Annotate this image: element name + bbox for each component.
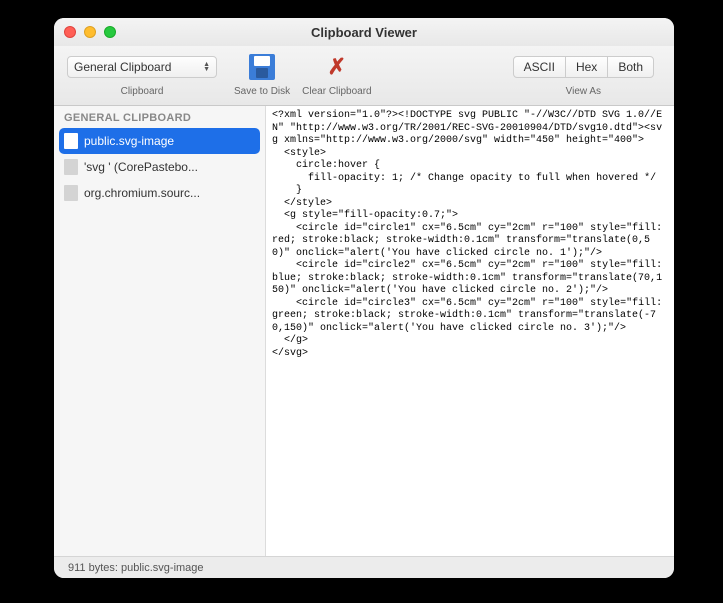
sidebar-item-org-chromium-source[interactable]: org.chromium.sourc... (54, 180, 265, 206)
clipboard-selector-dropdown[interactable]: General Clipboard ▲▼ (67, 56, 217, 78)
file-icon (64, 159, 78, 175)
sidebar-item-label: public.svg-image (84, 134, 174, 148)
app-window: Clipboard Viewer General Clipboard ▲▼ Cl… (54, 18, 674, 578)
sidebar-item-label: 'svg ' (CorePastebo... (84, 160, 198, 174)
close-window-button[interactable] (64, 26, 76, 38)
clipboard-selector-label: Clipboard (121, 86, 164, 97)
clear-clipboard-group: ✗ Clear Clipboard (302, 50, 371, 97)
zoom-window-button[interactable] (104, 26, 116, 38)
file-icon (64, 185, 78, 201)
titlebar: Clipboard Viewer (54, 18, 674, 46)
save-to-disk-group: Save to Disk (234, 50, 290, 97)
file-icon (64, 133, 78, 149)
sidebar-item-public-svg-image[interactable]: public.svg-image (59, 128, 260, 154)
minimize-window-button[interactable] (84, 26, 96, 38)
clear-clipboard-label: Clear Clipboard (302, 86, 371, 97)
save-to-disk-label: Save to Disk (234, 86, 290, 97)
statusbar: 911 bytes: public.svg-image (54, 556, 674, 578)
view-mode-hex[interactable]: Hex (566, 57, 608, 77)
view-mode-both[interactable]: Both (608, 57, 653, 77)
sidebar-item-svg-corepasteboard[interactable]: 'svg ' (CorePastebo... (54, 154, 265, 180)
view-as-label: View As (566, 86, 601, 97)
view-mode-ascii[interactable]: ASCII (514, 57, 566, 77)
sidebar-item-label: org.chromium.sourc... (84, 186, 200, 200)
floppy-disk-icon[interactable] (249, 54, 275, 80)
status-text: 911 bytes: public.svg-image (68, 562, 204, 574)
sidebar: GENERAL CLIPBOARD public.svg-image 'svg … (54, 106, 266, 556)
toolbar: General Clipboard ▲▼ Clipboard Save to D… (54, 46, 674, 106)
view-as-group: ASCII Hex Both View As (513, 50, 654, 97)
clipboard-selector-group: General Clipboard ▲▼ Clipboard (62, 50, 222, 97)
window-title: Clipboard Viewer (54, 25, 674, 40)
sidebar-header: GENERAL CLIPBOARD (54, 106, 265, 128)
content-text-view[interactable]: <?xml version="1.0"?><!DOCTYPE svg PUBLI… (266, 106, 674, 556)
view-mode-segmented-control[interactable]: ASCII Hex Both (513, 56, 654, 78)
body-split: GENERAL CLIPBOARD public.svg-image 'svg … (54, 106, 674, 556)
clear-x-icon[interactable]: ✗ (328, 54, 346, 80)
clipboard-selector-value: General Clipboard (74, 60, 171, 74)
chevron-updown-icon: ▲▼ (203, 62, 210, 72)
window-controls (64, 26, 116, 38)
